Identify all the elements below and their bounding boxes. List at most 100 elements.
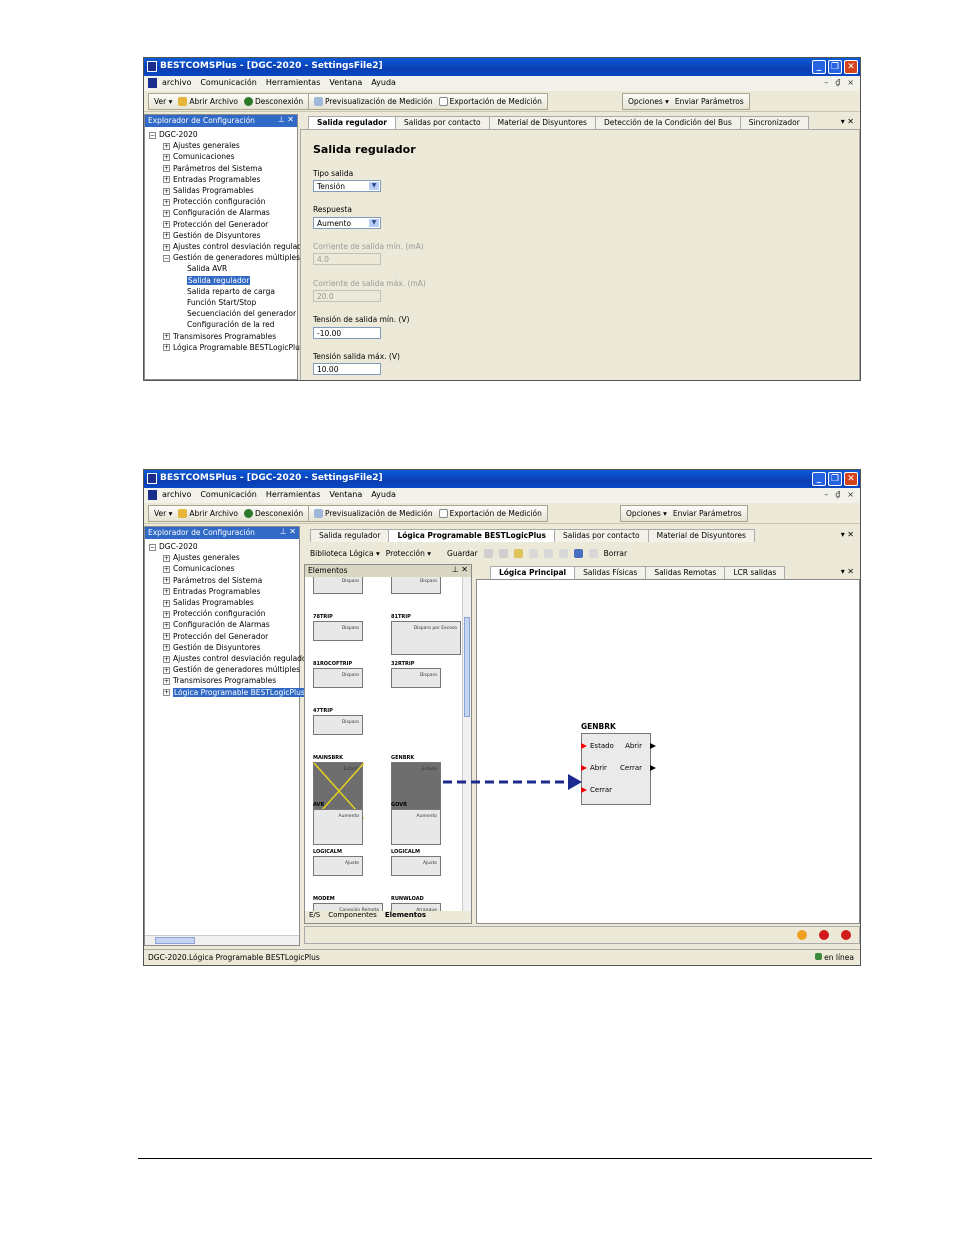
tab-salidas-contacto[interactable]: Salidas por contacto — [395, 116, 490, 129]
disconnect-button[interactable]: Desconexión — [243, 97, 303, 106]
tree-subitem[interactable]: Secuenciación del generador — [149, 308, 307, 319]
voltage-max-label: Tensión salida máx. (V) — [313, 352, 400, 361]
tree-item[interactable]: + Lógica Programable BESTLogicPlus — [149, 342, 307, 353]
pin-close-icon[interactable]: ⊥ ✕ — [278, 115, 294, 124]
response-select[interactable]: Aumento ▼ — [313, 217, 381, 229]
folder-icon — [178, 97, 188, 106]
globe-icon — [243, 97, 253, 106]
response-label: Respuesta — [313, 205, 352, 214]
maximize-button[interactable]: ❐ — [828, 60, 842, 74]
menu-comunicacion[interactable]: Comunicación — [200, 78, 257, 91]
current-min-field: 4.0 — [313, 253, 381, 265]
expand-icon[interactable]: + — [163, 142, 170, 150]
explorer-header: Explorador de Configuración ⊥ ✕ — [145, 115, 297, 127]
metering-export-button[interactable]: Exportación de Medición — [438, 97, 542, 106]
tree-item[interactable]: + Ajustes generales — [149, 140, 307, 151]
tree-item[interactable]: + Salidas Programables — [149, 185, 307, 196]
tab-material-disyuntores[interactable]: Material de Disyuntores — [488, 116, 596, 129]
window-title: BESTCOMSPlus - [DGC-2020 - SettingsFile2… — [160, 61, 383, 71]
status-text: DGC-2020.Lógica Programable BESTLogicPlu… — [148, 953, 320, 962]
mdi-minimize-icon[interactable]: – — [824, 78, 828, 87]
metering-preview-button[interactable]: Previsualización de Medición — [314, 97, 433, 106]
menu-herramientas[interactable]: Herramientas — [266, 78, 321, 91]
expand-icon[interactable]: + — [163, 333, 170, 341]
online-indicator: en línea — [814, 953, 854, 962]
expand-icon[interactable]: + — [163, 243, 170, 251]
toolbar: Ver ▾ Abrir Archivo Desconexión Previsua… — [144, 91, 860, 112]
tree-item[interactable]: + Gestión de Disyuntores — [149, 230, 307, 241]
close-button[interactable]: ✕ — [844, 60, 858, 74]
tree-item[interactable]: − Gestión de generadores múltiples — [149, 252, 307, 263]
ver-dropdown[interactable]: Ver ▾ — [154, 97, 172, 106]
tree-item[interactable]: + Protección del Generador — [149, 219, 307, 230]
toolbar-metering-group: Previsualización de Medición Exportación… — [308, 93, 548, 110]
settings-panel: Salida regulador Tipo salida Tensión ▼ Re… — [300, 129, 860, 380]
toolbar-options-group: Opciones ▾ Enviar Parámetros — [622, 93, 750, 110]
tree-item[interactable]: + Transmisores Programables — [149, 331, 307, 342]
open-file-button[interactable]: Abrir Archivo — [178, 97, 238, 106]
tree-item[interactable]: + Protección configuración — [149, 196, 307, 207]
tree-subitem[interactable]: Función Start/Stop — [149, 297, 307, 308]
tree-item[interactable]: + Ajustes control desviación regulado — [149, 241, 307, 252]
tab-deteccion-bus[interactable]: Detección de la Condición del Bus — [594, 116, 741, 129]
expand-icon[interactable]: + — [163, 198, 170, 206]
app-icon — [147, 61, 157, 72]
document-icon — [438, 97, 448, 106]
current-max-label: Corriente de salida máx. (mA) — [313, 279, 426, 288]
explorer-tree: − DGC-2020 + Ajustes generales + Comunicaci… — [149, 129, 307, 353]
expand-icon[interactable]: + — [163, 176, 170, 184]
magnifier-icon — [314, 97, 323, 106]
minimize-button[interactable]: _ — [812, 60, 826, 74]
mdi-restore-icon[interactable]: ₫ — [835, 78, 840, 87]
page-footer-rule — [138, 1158, 872, 1159]
mdi-close-icon[interactable]: × — [847, 78, 854, 87]
document-tabs: Salida regulador Salidas por contacto Ma… — [308, 116, 809, 129]
drag-arrowhead-icon — [568, 774, 582, 790]
tree-item[interactable]: + Parámetros del Sistema — [149, 163, 307, 174]
tab-sincronizador[interactable]: Sincronizador — [739, 116, 809, 129]
expand-icon[interactable]: + — [163, 165, 170, 173]
connection-icon — [814, 953, 822, 960]
send-settings-button[interactable]: Enviar Parámetros — [675, 97, 744, 106]
output-type-select[interactable]: Tensión ▼ — [313, 180, 381, 192]
tree-root[interactable]: − DGC-2020 — [149, 129, 307, 140]
chevron-down-icon: ▼ — [369, 219, 379, 227]
tree-subitem[interactable]: Salida reparto de carga — [149, 286, 307, 297]
menu-ayuda[interactable]: Ayuda — [371, 78, 396, 91]
expand-icon[interactable]: + — [163, 187, 170, 195]
collapse-icon[interactable]: − — [163, 254, 170, 262]
expand-icon[interactable]: + — [163, 153, 170, 161]
current-min-label: Corriente de salida mín. (mA) — [313, 242, 424, 251]
voltage-max-field[interactable]: 10.00 — [313, 363, 381, 375]
tree-subitem-selected[interactable]: Salida regulador — [149, 275, 307, 286]
voltage-min-field[interactable]: -10.00 — [313, 327, 381, 339]
status-bar: DGC-2020.Lógica Programable BESTLogicPlu… — [144, 949, 860, 965]
tree-subitem[interactable]: Salida AVR — [149, 263, 307, 274]
toolbar-main-group: Ver ▾ Abrir Archivo Desconexión — [148, 93, 310, 110]
screenshot-bestlogicplus: BESTCOMSPlus - [DGC-2020 - SettingsFile2… — [143, 469, 861, 966]
logic-status-row — [304, 926, 860, 944]
expand-icon[interactable]: + — [163, 209, 170, 217]
app-menu-icon[interactable] — [148, 78, 157, 88]
options-dropdown[interactable]: Opciones ▾ — [628, 97, 669, 106]
expand-icon[interactable]: + — [163, 344, 170, 352]
title-bar: BESTCOMSPlus - [DGC-2020 - SettingsFile2… — [144, 58, 860, 76]
tree-item[interactable]: + Comunicaciones — [149, 151, 307, 162]
expand-icon[interactable]: + — [163, 232, 170, 240]
menu-archivo[interactable]: archivo — [162, 78, 191, 91]
expand-icon[interactable]: + — [163, 221, 170, 229]
tab-salida-regulador[interactable]: Salida regulador — [308, 116, 396, 129]
screenshot-regulator-output: BESTCOMSPlus - [DGC-2020 - SettingsFile2… — [143, 57, 861, 381]
tree-item[interactable]: + Configuración de Alarmas — [149, 207, 307, 218]
menu-bar: archivo Comunicación Herramientas Ventan… — [144, 76, 860, 91]
output-type-label: Tipo salida — [313, 169, 354, 178]
tree-subitem[interactable]: Configuración de la red — [149, 319, 307, 330]
voltage-min-label: Tensión de salida mín. (V) — [313, 315, 410, 324]
tab-menu-close-icon[interactable]: ▾ ✕ — [841, 117, 854, 126]
menu-ventana[interactable]: Ventana — [329, 78, 362, 91]
explorer-title: Explorador de Configuración — [148, 116, 255, 125]
error-led-icon — [819, 930, 829, 940]
settings-heading: Salida regulador — [313, 143, 416, 156]
collapse-icon[interactable]: − — [149, 131, 156, 139]
tree-item[interactable]: + Entradas Programables — [149, 174, 307, 185]
